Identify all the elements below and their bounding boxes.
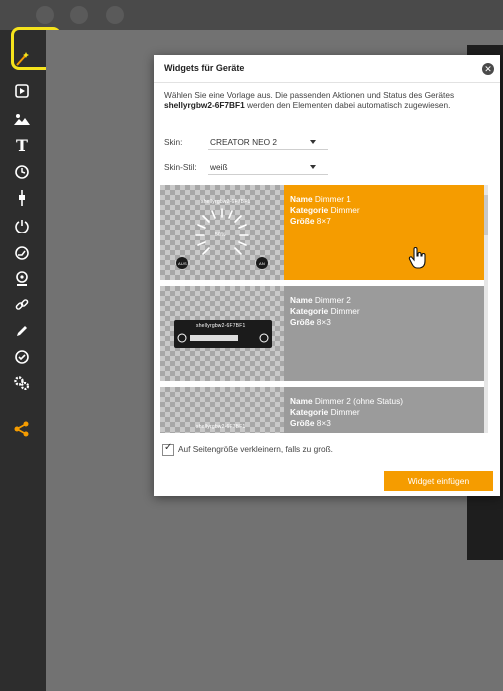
- preview-off-label: AUS: [178, 261, 187, 266]
- widget-card-dimmer-1[interactable]: shellyrgbw2-6F7BF1 50% AUS AN Name Dimme…: [160, 185, 484, 280]
- gauge-icon[interactable]: [10, 242, 34, 264]
- widget-category: Dimmer: [330, 407, 360, 417]
- widget-preview: shellyrgbw2-6F7BF1: [160, 286, 284, 381]
- widget-list: shellyrgbw2-6F7BF1 50% AUS AN Name Dimme…: [160, 185, 484, 433]
- widget-preview: shellyrgbw2-6F7BF1: [160, 387, 284, 433]
- scroll-thumb[interactable]: [484, 195, 488, 235]
- skin-style-select[interactable]: weiß: [208, 160, 328, 175]
- widget-card-dimmer-2-no-status[interactable]: shellyrgbw2-6F7BF1 Name Dimmer 2 (ohne S…: [160, 387, 484, 433]
- hand-cursor-icon: [408, 247, 426, 269]
- check-icon[interactable]: [10, 346, 34, 368]
- dialog-title: Widgets für Geräte: [164, 63, 245, 73]
- widget-name: Dimmer 2 (ohne Status): [314, 396, 403, 406]
- device-name: shellyrgbw2-6F7BF1: [164, 100, 245, 110]
- sidebar: T: [0, 30, 46, 691]
- widget-category: Dimmer: [330, 306, 360, 316]
- divider: [154, 82, 500, 83]
- top-bar: [0, 0, 503, 30]
- widget-size: 8×3: [316, 317, 331, 327]
- widget-card-dimmer-2[interactable]: shellyrgbw2-6F7BF1 Name Dimmer 2 Kategor…: [160, 286, 484, 381]
- power-icon[interactable]: [10, 215, 34, 237]
- dialog-description: Wählen Sie eine Vorlage aus. Die passend…: [164, 90, 492, 110]
- webcam-icon[interactable]: [10, 268, 34, 290]
- widget-name: Dimmer 1: [314, 194, 351, 204]
- clock-icon[interactable]: [10, 161, 34, 183]
- play-icon[interactable]: [10, 80, 34, 102]
- link-icon[interactable]: [10, 294, 34, 316]
- skin-style-label: Skin-Stil:: [164, 162, 197, 172]
- widget-size: 8×3: [316, 418, 331, 428]
- plug-icon[interactable]: [10, 187, 34, 209]
- category-key: Kategorie: [290, 306, 329, 316]
- close-icon[interactable]: ✕: [482, 63, 494, 75]
- desc-text: Wählen Sie eine Vorlage aus. Die passend…: [164, 90, 455, 100]
- widget-size: 8×7: [316, 216, 331, 226]
- gears-icon[interactable]: [10, 372, 34, 394]
- preview-title: shellyrgbw2-6F7BF1: [196, 424, 246, 430]
- skin-style-value: weiß: [210, 162, 228, 172]
- shrink-checkbox[interactable]: ✓: [162, 442, 174, 456]
- widget-name: Dimmer 2: [314, 295, 351, 305]
- widget-info: Name Dimmer 1 Kategorie Dimmer Größe 8×7: [290, 194, 360, 227]
- image-icon[interactable]: [10, 108, 34, 130]
- menu-icon[interactable]: [36, 6, 54, 24]
- category-key: Kategorie: [290, 407, 329, 417]
- desc-text-end: werden den Elementen dabei automatisch z…: [244, 100, 451, 110]
- widget-dialog: Widgets für Geräte ✕ Wählen Sie eine Vor…: [154, 55, 500, 496]
- pen-icon[interactable]: [10, 320, 34, 342]
- widget-category: Dimmer: [330, 205, 360, 215]
- category-key: Kategorie: [290, 205, 329, 215]
- skin-value: CREATOR NEO 2: [210, 137, 278, 147]
- preview-title: shellyrgbw2-6F7BF1: [196, 323, 246, 329]
- preview-on-label: AN: [259, 261, 265, 266]
- chevron-down-icon: [310, 140, 316, 144]
- wand-icon[interactable]: [106, 6, 124, 24]
- insert-widget-button[interactable]: Widget einfügen: [384, 471, 493, 491]
- shrink-checkbox-label[interactable]: Auf Seitengröße verkleinern, falls zu gr…: [178, 444, 333, 454]
- name-key: Name: [290, 295, 313, 305]
- widget-preview: shellyrgbw2-6F7BF1 50% AUS AN: [160, 185, 284, 280]
- preview-title: shellyrgbw2-6F7BF1: [201, 199, 251, 205]
- skin-label: Skin:: [164, 137, 183, 147]
- size-key: Größe: [290, 317, 315, 327]
- size-key: Größe: [290, 418, 315, 428]
- chevron-down-icon: [310, 165, 316, 169]
- name-key: Name: [290, 396, 313, 406]
- text-icon[interactable]: T: [10, 134, 34, 156]
- checkmark-icon: ✓: [164, 442, 173, 453]
- widget-info: Name Dimmer 2 Kategorie Dimmer Größe 8×3: [290, 295, 360, 328]
- camera-icon[interactable]: [70, 6, 88, 24]
- preview-value: 50%: [215, 232, 226, 238]
- size-key: Größe: [290, 216, 315, 226]
- list-scrollbar[interactable]: [484, 185, 488, 433]
- widget-info: Name Dimmer 2 (ohne Status) Kategorie Di…: [290, 396, 403, 429]
- name-key: Name: [290, 194, 313, 204]
- skin-select[interactable]: CREATOR NEO 2: [208, 135, 328, 150]
- share-icon[interactable]: [10, 418, 34, 440]
